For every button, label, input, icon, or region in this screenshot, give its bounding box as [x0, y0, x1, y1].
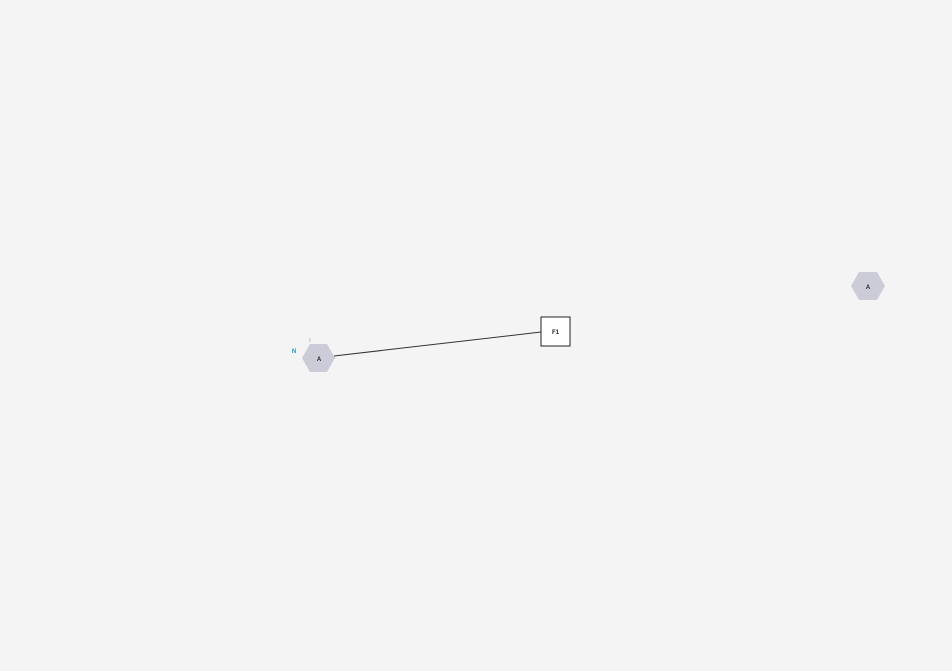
i-annotation: I: [309, 338, 310, 344]
node-a-right-label: A: [866, 285, 871, 291]
node-f1-label: F1: [552, 330, 560, 336]
diagram-canvas: A N I F1 A: [0, 0, 952, 666]
n-annotation: N: [292, 349, 296, 355]
node-a-right[interactable]: A: [851, 272, 885, 300]
node-a-left[interactable]: A: [302, 344, 335, 372]
node-f1[interactable]: F1: [540, 316, 571, 347]
diagram-svg: A N I F1 A: [292, 272, 885, 372]
node-a-left-label: A: [317, 357, 322, 363]
edge-a-to-f1[interactable]: [333, 331, 542, 357]
